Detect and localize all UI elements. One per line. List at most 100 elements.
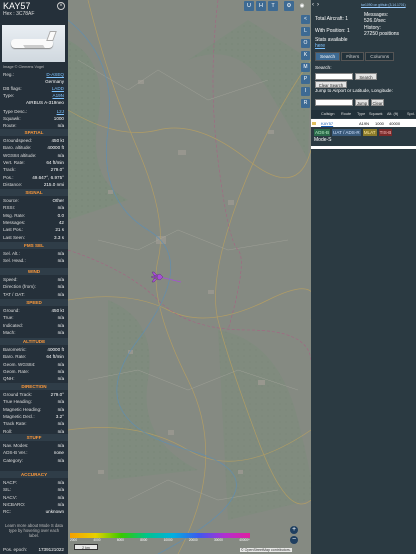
typedesc-row: Type Desc.: L2J — [3, 109, 64, 115]
layers-icon[interactable]: ◉ — [297, 1, 307, 11]
fms-value: n/a — [57, 258, 64, 264]
jump-input[interactable] — [315, 99, 353, 106]
plane-photo-tail — [46, 31, 57, 41]
map-canvas[interactable]: U H T ⚙ ◉ — [68, 0, 311, 554]
settings-gear-icon[interactable]: ⚙ — [284, 1, 294, 11]
map-toggle-o[interactable]: O — [301, 39, 310, 48]
map-toggle-r[interactable]: R — [301, 99, 310, 108]
signal-row: Source: Other — [3, 198, 64, 204]
altitude-row: Baro. Rate: 64 ft/min — [3, 354, 64, 360]
spatial-value: 49.647°, 6.975° — [32, 174, 64, 180]
signal-row: Last Pos.: 21 s — [3, 227, 64, 233]
column-header[interactable]: Type — [357, 112, 365, 116]
model-row: AIRBUS A-319neo — [3, 100, 64, 106]
legend-mlat[interactable]: MLAT — [362, 129, 377, 136]
typedesc-link[interactable]: L2J — [57, 109, 64, 114]
column-header[interactable]: Callsign — [321, 112, 335, 116]
zoom-in-button[interactable]: + — [290, 526, 298, 534]
aircraft-photo[interactable] — [2, 25, 65, 62]
map-button-u[interactable]: U — [244, 1, 254, 11]
altitude-tick: 20000 — [188, 538, 198, 542]
table-bottom-divider — [311, 146, 416, 149]
spatial-row: Baro. altitude: 40000 ft — [3, 145, 64, 151]
spatial-label: Baro. altitude: — [3, 145, 32, 151]
legend-mode-s[interactable]: Mode-S — [314, 137, 332, 143]
map-toggle-l[interactable]: L — [301, 27, 310, 36]
map-button-h[interactable]: H — [256, 1, 266, 11]
clear-button[interactable]: Clear — [371, 99, 384, 106]
type-link[interactable]: A19N — [53, 93, 65, 98]
section-signal: SIGNAL — [0, 189, 68, 196]
search-button[interactable]: Search — [355, 73, 377, 80]
column-header[interactable]: Spd. — [407, 112, 415, 116]
sidebar-topbar: ‹ › tar1090 on github (3.14.1701) — [311, 0, 416, 12]
wind-value: n/a — [57, 284, 64, 290]
spatial-value: 40000 ft — [47, 145, 64, 151]
legend-uat[interactable]: UAT / ADS-R — [332, 129, 361, 136]
altitude-legend-labels: 2000 4000 6000 8000 10000 20000 30000 40000+ — [70, 538, 250, 542]
source-legend: ADS-B UAT / ADS-R MLAT TIS-B — [314, 129, 393, 136]
legend-tisb[interactable]: TIS-B — [378, 129, 393, 136]
tab-filters[interactable]: Filters — [341, 52, 365, 61]
signal-value: 0.0 — [57, 212, 64, 218]
column-header[interactable]: Route — [341, 112, 351, 116]
map-toggle-k[interactable]: K — [301, 51, 310, 60]
speed-row: Ground: 450 kt — [3, 308, 64, 314]
altitude-value: n/a — [57, 376, 64, 382]
jump-button[interactable]: Jump — [355, 99, 369, 106]
column-header[interactable]: Alt. (ft) — [387, 112, 398, 116]
stuff-label: Category: — [3, 457, 23, 463]
speed-value: n/a — [57, 315, 64, 321]
row-alt: 40000 — [389, 121, 401, 126]
direction-value: 279.0° — [50, 392, 64, 397]
wind-label: TAT / OAT: — [3, 291, 25, 297]
reg-label: Reg.: — [3, 72, 14, 77]
tab-columns[interactable]: Columns — [365, 52, 395, 61]
type-label: Type: — [3, 93, 15, 98]
section-stuff: STUFF — [0, 434, 68, 441]
close-icon[interactable]: × — [57, 2, 65, 10]
stuff-value: n/a — [57, 443, 64, 448]
section-wind: WIND — [0, 268, 68, 275]
altitude-row: Geom. WGS84: n/a — [3, 362, 64, 368]
row-callsign[interactable]: KAY57 — [321, 121, 333, 126]
search-input[interactable] — [315, 73, 353, 80]
accuracy-label: SIL: — [3, 487, 12, 493]
map-toggle-i[interactable]: I — [301, 87, 310, 96]
total-aircraft-label: Total Aircraft: — [315, 16, 344, 22]
map-toggle-p[interactable]: P — [301, 75, 310, 84]
collapse-sidebar-button[interactable]: < — [301, 15, 310, 24]
speed-label: Ground: — [3, 308, 20, 313]
source-link[interactable]: tar1090 on github (3.14.1701) — [361, 3, 406, 7]
dbflags-link[interactable]: LADD — [52, 86, 64, 91]
table-row[interactable]: KAY57 A19N 1000 40000 — [311, 119, 416, 127]
altitude-label: Barometric: — [3, 347, 27, 352]
clear-search-button[interactable]: Clear Search — [315, 81, 347, 88]
fms-label: Sel. Head.: — [3, 258, 26, 264]
plane-photo-wing — [23, 45, 45, 48]
stats-link[interactable]: here — [315, 43, 325, 49]
stuff-row: ADS-B Ver.: none — [3, 450, 64, 456]
map-toggle-m[interactable]: M — [301, 63, 310, 72]
map-button-t[interactable]: T — [268, 1, 278, 11]
signal-label: Msg. Rate: — [3, 212, 26, 218]
altitude-label: Baro. Rate: — [3, 354, 27, 360]
altitude-tick: 6000 — [116, 538, 124, 542]
reg-row: Reg.: D-ASEQ — [3, 72, 64, 78]
reg-link[interactable]: D-ASEQ — [46, 72, 64, 77]
chevron-right-icon[interactable]: › — [317, 2, 324, 9]
altitude-value: 40000 ft — [47, 347, 64, 352]
spatial-label: Groundspeed: — [3, 138, 33, 143]
fms-row: Sel. Head.: n/a — [3, 258, 64, 264]
zoom-out-button[interactable]: − — [290, 536, 298, 544]
wind-row: Direction (from): n/a — [3, 284, 64, 290]
tab-search[interactable]: Search — [315, 52, 341, 61]
map-terrain — [68, 0, 311, 554]
stuff-row: Category: n/a — [3, 458, 64, 464]
direction-label: Magnetic Heading: — [3, 406, 42, 412]
speed-value: n/a — [57, 322, 64, 328]
column-header[interactable]: Squawk — [369, 112, 383, 116]
legend-adsb[interactable]: ADS-B — [314, 129, 331, 136]
map-attribution[interactable]: © OpenStreetMap contributors. — [240, 548, 292, 552]
direction-row: Magnetic Heading: n/a — [3, 407, 64, 413]
